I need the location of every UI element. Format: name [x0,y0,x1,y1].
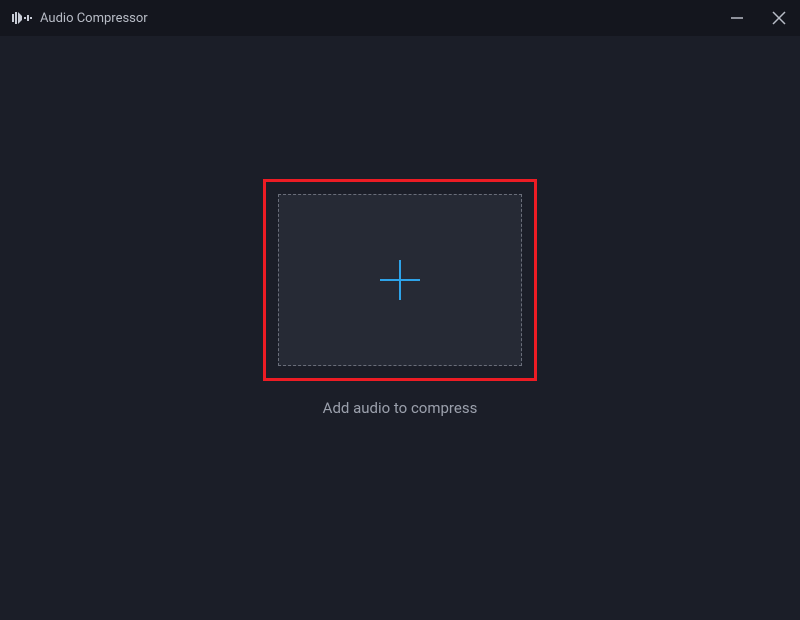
instruction-text: Add audio to compress [323,399,478,417]
close-button[interactable] [770,9,788,27]
main-content: Add audio to compress [0,36,800,620]
app-title: Audio Compressor [40,11,148,26]
highlight-frame [263,179,537,381]
close-icon [772,11,786,25]
plus-icon [380,260,420,300]
titlebar: Audio Compressor [0,0,800,36]
titlebar-left: Audio Compressor [12,10,148,26]
minimize-button[interactable] [728,9,746,27]
minimize-icon [730,11,744,25]
add-audio-dropzone[interactable] [278,194,522,366]
audio-compressor-icon [12,10,32,26]
titlebar-right [728,9,788,27]
